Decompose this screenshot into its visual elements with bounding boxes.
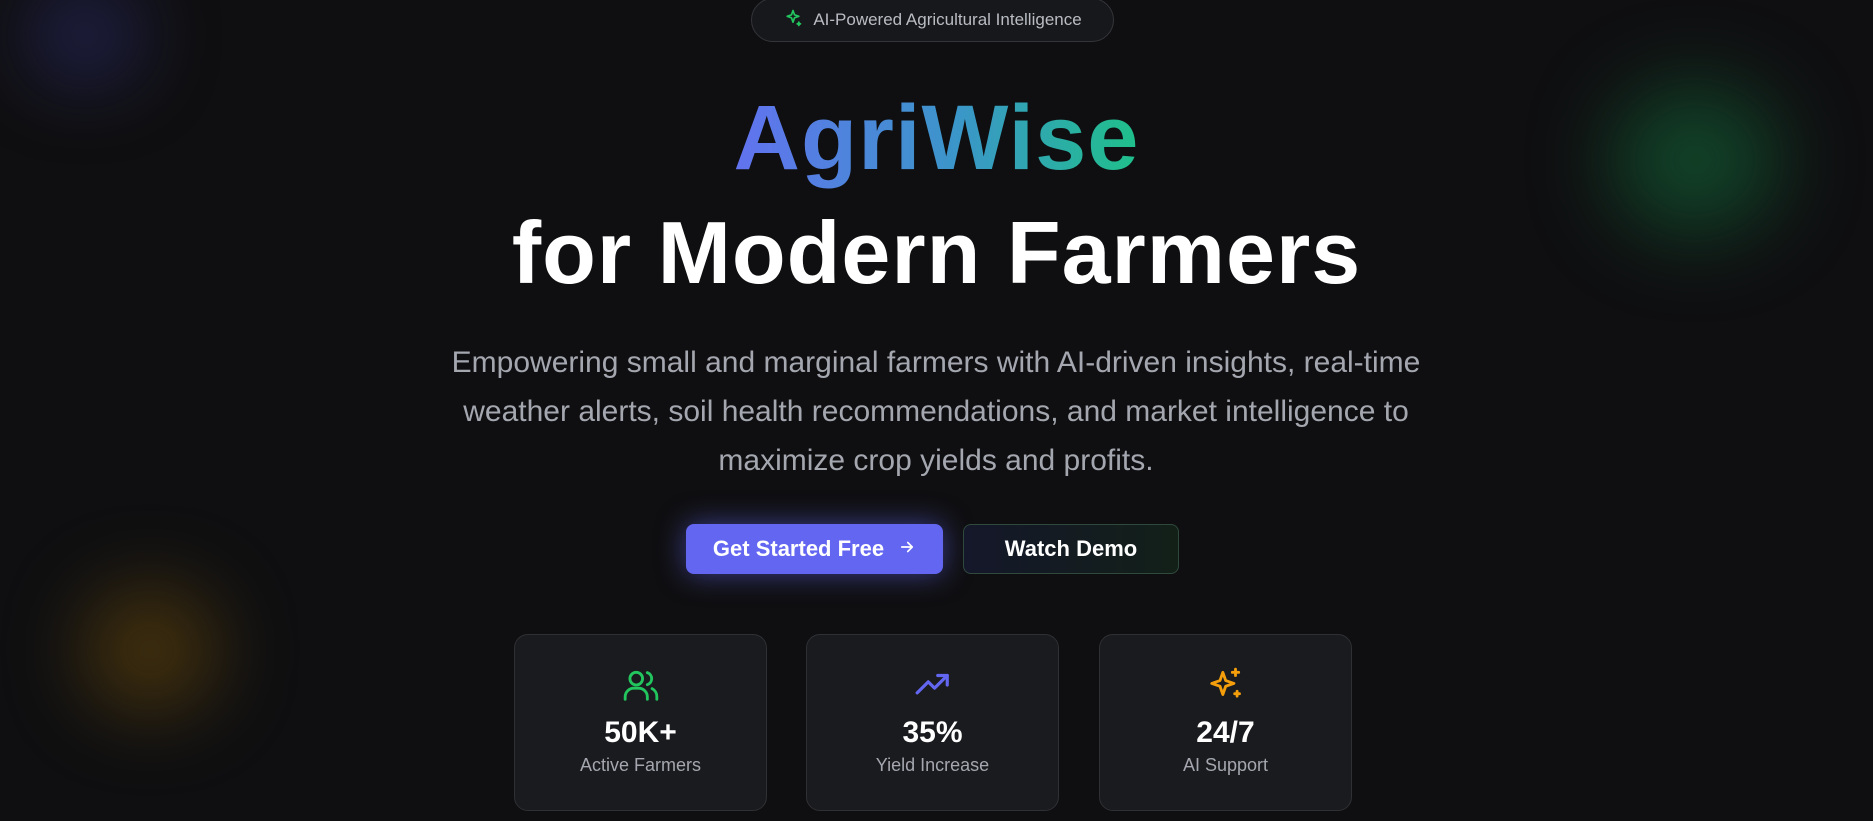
sparkle-icon (783, 8, 803, 33)
stat-card-support: 24/7 AI Support (1099, 634, 1352, 811)
stat-value: 50K+ (604, 716, 677, 749)
trending-up-icon (913, 665, 953, 705)
hero-brand-title: AgriWise (733, 87, 1140, 189)
stat-label: Active Farmers (579, 755, 702, 775)
arrow-right-icon (898, 536, 916, 562)
stat-card-farmers: 50K+ Active Farmers (514, 634, 767, 811)
watch-demo-label: Watch Demo (1004, 536, 1138, 561)
stat-value: 35% (902, 716, 963, 749)
stat-card-yield: 35% Yield Increase (806, 634, 1059, 811)
hero-subtitle: for Modern Farmers (511, 203, 1362, 302)
users-icon (621, 665, 661, 705)
sparkles-icon (1206, 665, 1246, 705)
stat-value: 24/7 (1196, 716, 1255, 749)
watch-demo-button[interactable]: Watch Demo (963, 524, 1179, 574)
background-glow-amber (85, 590, 215, 710)
stat-label: Yield Increase (875, 755, 990, 775)
get-started-button[interactable]: Get Started Free (686, 524, 943, 574)
ai-badge: AI-Powered Agricultural Intelligence (751, 0, 1114, 42)
hero-description: Empowering small and marginal farmers wi… (451, 346, 1421, 477)
get-started-label: Get Started Free (712, 536, 885, 561)
background-glow-blue (30, 0, 140, 80)
stat-label: AI Support (1182, 755, 1269, 775)
badge-text: AI-Powered Agricultural Intelligence (813, 10, 1082, 29)
